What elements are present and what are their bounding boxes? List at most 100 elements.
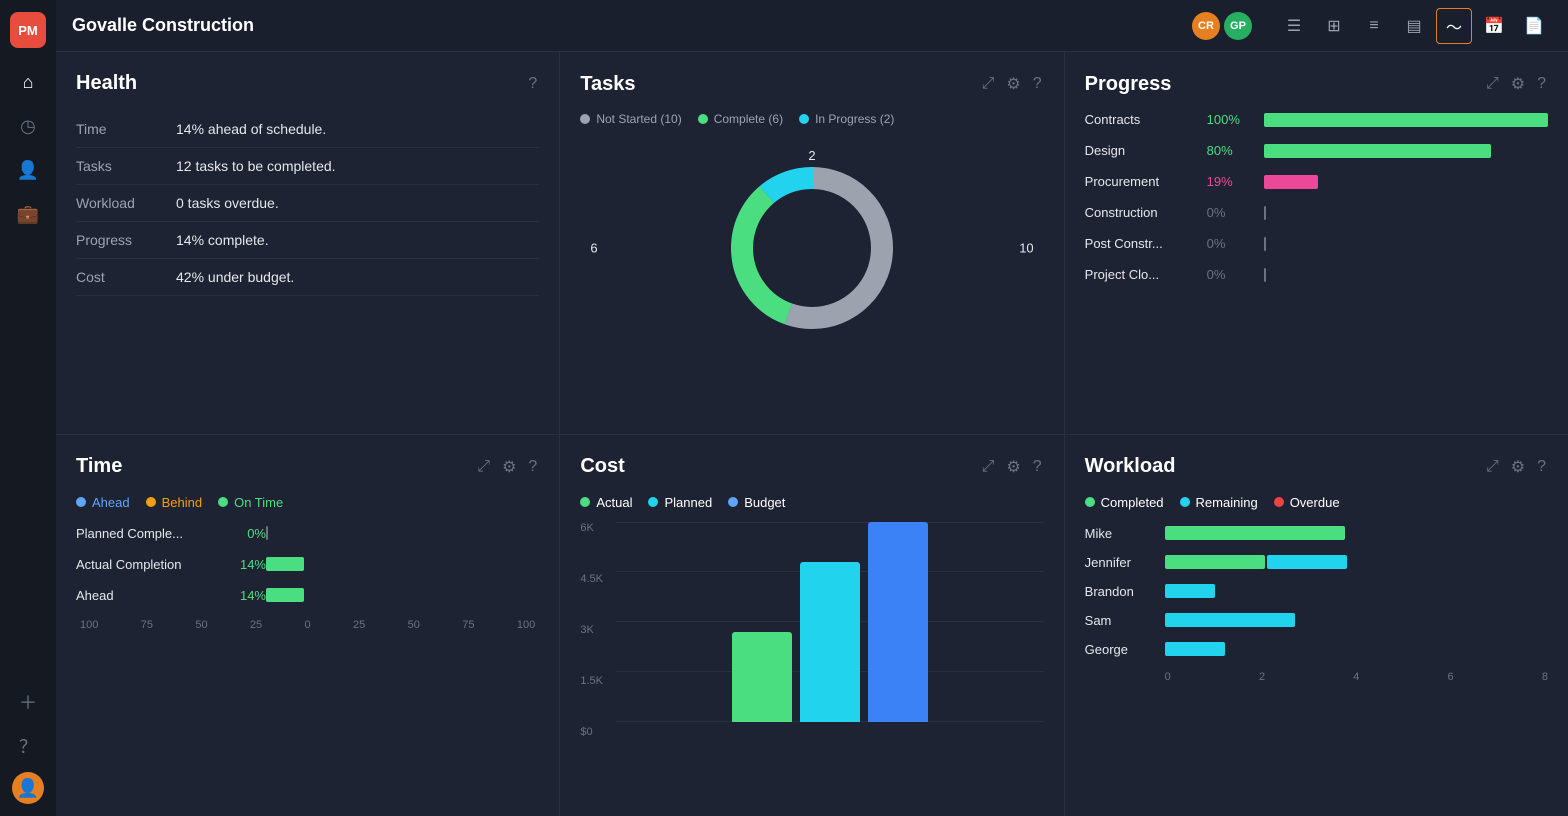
legend-complete: Complete (6) xyxy=(698,112,783,126)
progress-bar-zero xyxy=(1264,268,1266,282)
workload-row: Brandon xyxy=(1085,584,1548,599)
page-title: Govalle Construction xyxy=(72,15,1180,36)
time-panel: Time ⤢ ⚙ ? Ahead Behind On Tim xyxy=(56,435,559,816)
document-view-button[interactable]: 📄 xyxy=(1516,8,1552,44)
app-logo[interactable]: PM xyxy=(10,12,46,48)
health-row: Workload0 tasks overdue. xyxy=(76,185,539,222)
time-row-label: Planned Comple... xyxy=(76,526,216,541)
workload-help-button[interactable]: ? xyxy=(1535,456,1548,478)
tasks-expand-button[interactable]: ⤢ xyxy=(980,73,997,95)
workload-row: Sam xyxy=(1085,613,1548,628)
time-row-label: Ahead xyxy=(76,588,216,603)
workload-controls: ⤢ ⚙ ? xyxy=(1484,455,1548,479)
legend-remaining: Remaining xyxy=(1180,495,1258,510)
actual-label: Actual xyxy=(596,495,632,510)
cost-legend: Actual Planned Budget xyxy=(580,495,1043,510)
workload-rows: Mike Jennifer Brandon Sam George xyxy=(1085,526,1548,657)
tasks-panel: Tasks ⤢ ⚙ ? Not Started (10) Complete (6… xyxy=(560,52,1063,434)
in-progress-label: In Progress (2) xyxy=(815,112,894,126)
completed-dot xyxy=(1085,497,1095,507)
ahead-dot xyxy=(76,497,86,507)
table-view-button[interactable]: ≡ xyxy=(1356,8,1392,44)
complete-label: Complete (6) xyxy=(714,112,783,126)
budget-label: Budget xyxy=(744,495,785,510)
health-help-button[interactable]: ? xyxy=(526,73,539,95)
workload-row: Mike xyxy=(1085,526,1548,541)
progress-row-label: Procurement xyxy=(1085,174,1195,189)
health-row-label: Tasks xyxy=(76,148,176,185)
workload-row-label: Jennifer xyxy=(1085,555,1165,570)
sidebar-item-people[interactable]: 👤 xyxy=(10,152,46,188)
health-panel: Health ? Time14% ahead of schedule.Tasks… xyxy=(56,52,559,434)
progress-bar xyxy=(1264,113,1548,127)
tasks-legend: Not Started (10) Complete (6) In Progres… xyxy=(580,112,1043,126)
progress-row-label: Contracts xyxy=(1085,112,1195,127)
sidebar-item-profile[interactable]: 👤 xyxy=(12,772,44,804)
cost-help-button[interactable]: ? xyxy=(1031,456,1044,478)
calendar-view-button[interactable]: 📅 xyxy=(1476,8,1512,44)
board-view-button[interactable]: ⊞ xyxy=(1316,8,1352,44)
time-row-pct: 14% xyxy=(216,557,266,572)
health-panel-header: Health ? xyxy=(76,72,539,95)
sidebar-item-help[interactable]: ？ xyxy=(10,728,46,764)
time-panel-header: Time ⤢ ⚙ ? xyxy=(76,455,539,479)
progress-expand-button[interactable]: ⤢ xyxy=(1484,73,1501,95)
workload-row-label: George xyxy=(1085,642,1165,657)
sidebar-item-portfolio[interactable]: 💼 xyxy=(10,196,46,232)
workload-row: Jennifer xyxy=(1085,555,1548,570)
sidebar-item-home[interactable]: ⌂ xyxy=(10,64,46,100)
completed-bar xyxy=(1165,526,1345,540)
remaining-label: Remaining xyxy=(1196,495,1258,510)
time-expand-button[interactable]: ⤢ xyxy=(475,456,492,478)
timeline-view-button[interactable]: 〜 xyxy=(1436,8,1472,44)
tasks-help-button[interactable]: ? xyxy=(1031,73,1044,95)
spreadsheet-view-button[interactable]: ▤ xyxy=(1396,8,1432,44)
progress-row: Contracts 100% xyxy=(1085,112,1548,127)
progress-row-label: Project Clo... xyxy=(1085,267,1195,282)
ahead-label: Ahead xyxy=(92,495,130,510)
overdue-label: Overdue xyxy=(1290,495,1340,510)
cost-controls: ⤢ ⚙ ? xyxy=(980,455,1044,479)
workload-row-label: Mike xyxy=(1085,526,1165,541)
progress-bar xyxy=(1264,144,1491,158)
progress-panel-header: Progress ⤢ ⚙ ? xyxy=(1085,72,1548,96)
dashboard-grid: Health ? Time14% ahead of schedule.Tasks… xyxy=(56,52,1568,816)
sidebar-item-history[interactable]: ◷ xyxy=(10,108,46,144)
avatar-cr[interactable]: CR xyxy=(1192,12,1220,40)
cost-settings-button[interactable]: ⚙ xyxy=(1004,455,1022,479)
time-rows: Planned Comple... 0% Actual Completion 1… xyxy=(76,526,539,603)
health-row: Tasks12 tasks to be completed. xyxy=(76,148,539,185)
progress-settings-button[interactable]: ⚙ xyxy=(1509,72,1527,96)
not-started-dot xyxy=(580,114,590,124)
time-row-label: Actual Completion xyxy=(76,557,216,572)
planned-dot xyxy=(648,497,658,507)
progress-row-pct: 0% xyxy=(1207,205,1252,220)
legend-planned: Planned xyxy=(648,495,712,510)
list-view-button[interactable]: ☰ xyxy=(1276,8,1312,44)
workload-panel-header: Workload ⤢ ⚙ ? xyxy=(1085,455,1548,479)
sidebar-item-add[interactable]: ＋ xyxy=(10,684,46,720)
donut-label-top: 2 xyxy=(808,148,815,163)
cost-bars xyxy=(616,522,1043,722)
time-settings-button[interactable]: ⚙ xyxy=(500,455,518,479)
cost-chart: 6K4.5K3K1.5K$0 xyxy=(580,522,1043,742)
legend-ahead: Ahead xyxy=(76,495,130,510)
avatar-group: CR GP xyxy=(1192,12,1252,40)
progress-row-pct: 0% xyxy=(1207,267,1252,282)
progress-row-pct: 19% xyxy=(1207,174,1252,189)
donut-label-right: 10 xyxy=(1019,241,1033,256)
avatar-gp[interactable]: GP xyxy=(1224,12,1252,40)
complete-dot xyxy=(698,114,708,124)
progress-row-label: Design xyxy=(1085,143,1195,158)
progress-row-pct: 0% xyxy=(1207,236,1252,251)
toolbar: ☰ ⊞ ≡ ▤ 〜 📅 📄 xyxy=(1276,8,1552,44)
overdue-dot xyxy=(1274,497,1284,507)
progress-help-button[interactable]: ? xyxy=(1535,73,1548,95)
time-help-button[interactable]: ? xyxy=(526,456,539,478)
tasks-settings-button[interactable]: ⚙ xyxy=(1004,72,1022,96)
cost-expand-button[interactable]: ⤢ xyxy=(980,456,997,478)
health-row-label: Time xyxy=(76,111,176,148)
workload-expand-button[interactable]: ⤢ xyxy=(1484,456,1501,478)
health-row-value: 14% ahead of schedule. xyxy=(176,111,539,148)
workload-settings-button[interactable]: ⚙ xyxy=(1509,455,1527,479)
